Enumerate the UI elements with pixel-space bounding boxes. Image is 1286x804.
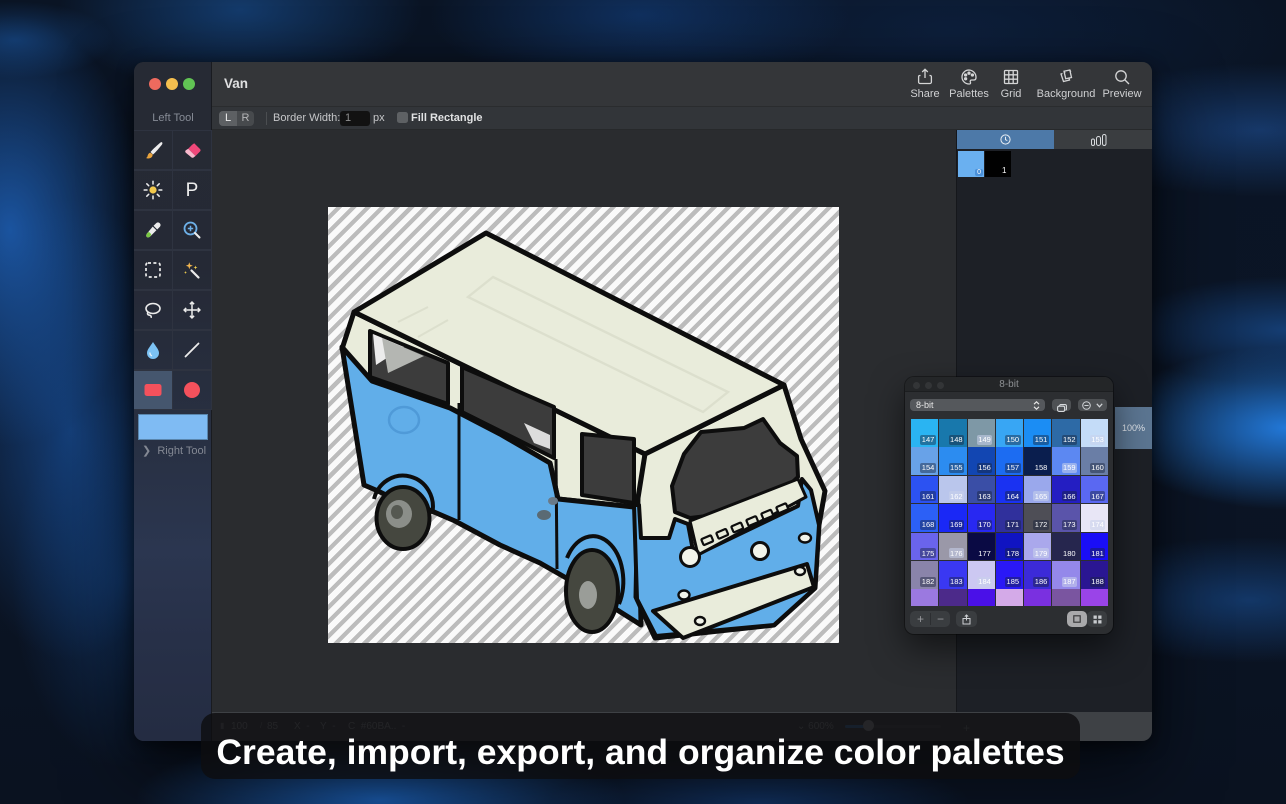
svg-text:P: P	[186, 180, 199, 201]
